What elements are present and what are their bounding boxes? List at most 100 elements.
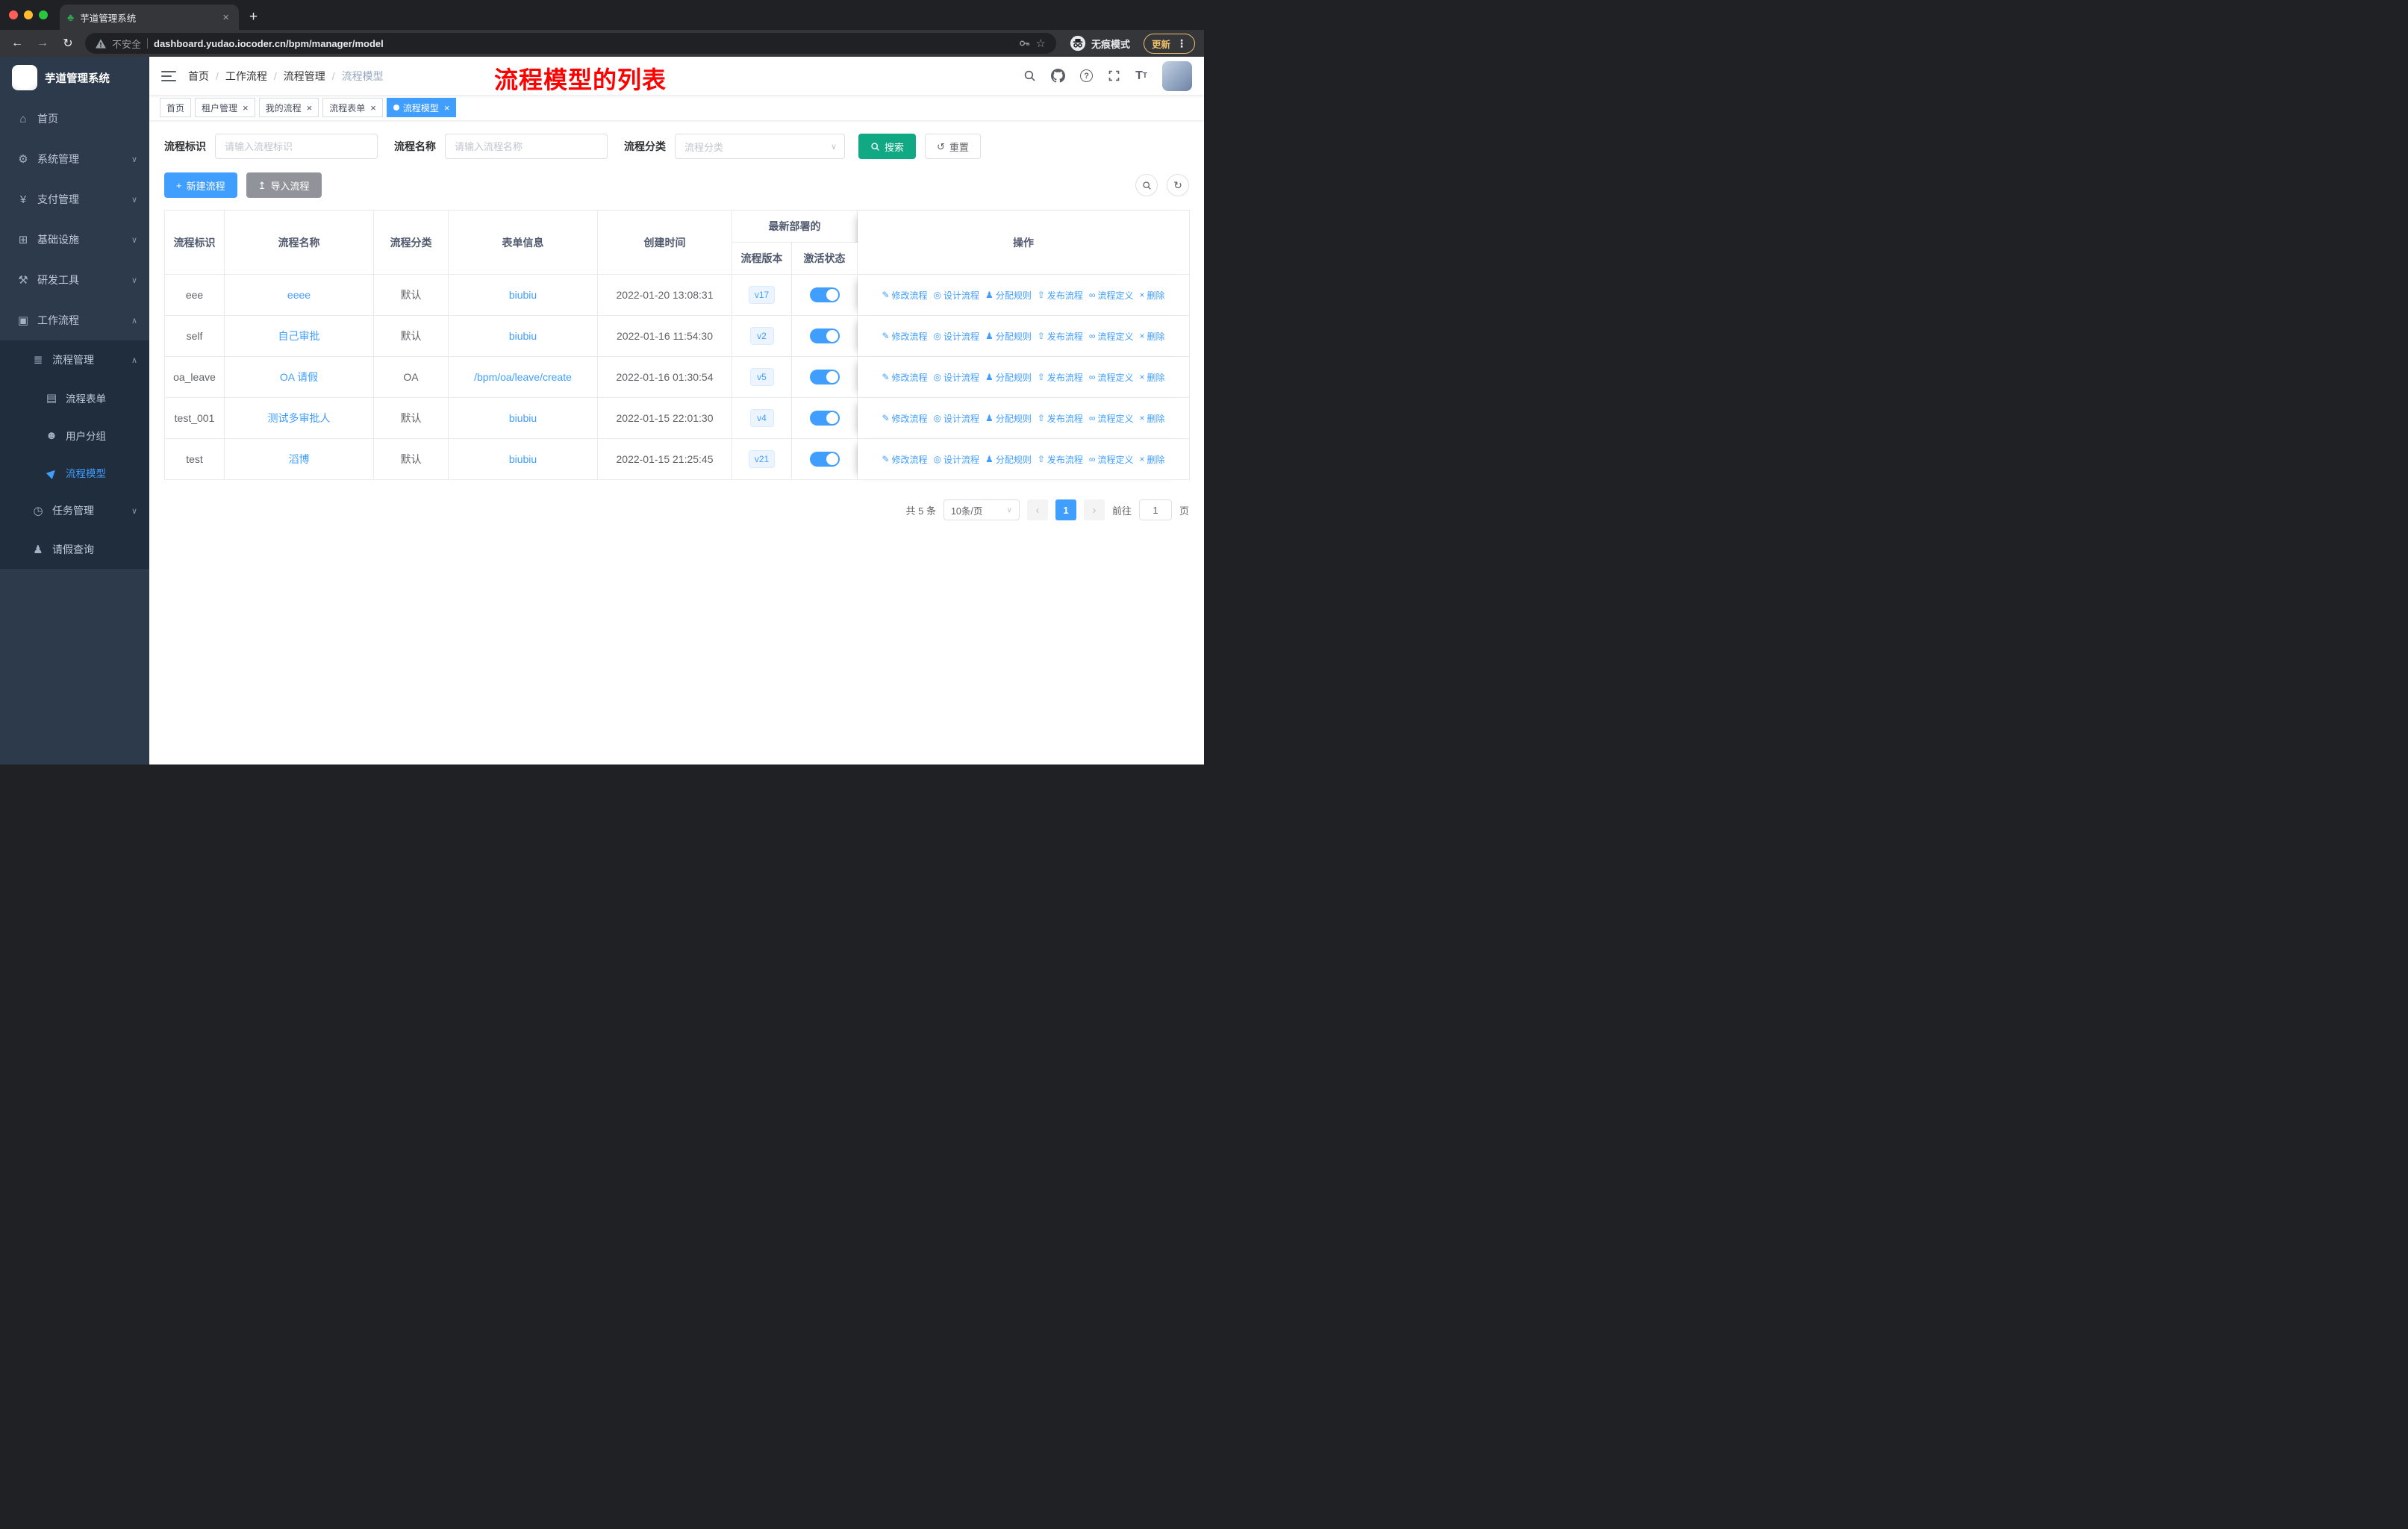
active-status-toggle[interactable] [809, 370, 840, 384]
sidebar-item[interactable]: ▤ 流程表单 [0, 379, 149, 417]
op-publish-link[interactable]: ⇧ 发布流程 [1038, 371, 1083, 384]
sidebar-item[interactable]: ⌂ 首页 [0, 99, 149, 139]
sidebar-item[interactable]: ¥ 支付管理 ∨ [0, 179, 149, 219]
op-edit-link[interactable]: ✎ 修改流程 [882, 330, 927, 343]
process-name-input[interactable] [445, 134, 608, 159]
bookmark-star-icon[interactable]: ☆ [1036, 37, 1046, 50]
op-delete-link[interactable]: × 删除 [1139, 453, 1164, 466]
next-page-button[interactable]: › [1083, 499, 1105, 520]
op-edit-link[interactable]: ✎ 修改流程 [882, 412, 927, 425]
op-definition-link[interactable]: ∞ 流程定义 [1089, 412, 1134, 425]
op-design-link[interactable]: ◎ 设计流程 [934, 330, 980, 343]
form-info-link[interactable]: biubiu [509, 330, 537, 342]
op-assign-rule-link[interactable]: ♟ 分配规则 [985, 371, 1032, 384]
op-definition-link[interactable]: ∞ 流程定义 [1089, 453, 1134, 466]
window-zoom-button[interactable] [39, 10, 48, 19]
sidebar-item[interactable]: ⚒ 研发工具 ∨ [0, 260, 149, 300]
process-key-input[interactable] [215, 134, 378, 159]
op-delete-link[interactable]: × 删除 [1139, 412, 1164, 425]
font-size-icon[interactable]: TT [1135, 69, 1147, 83]
page-size-select[interactable]: 10条/页 ∨ [943, 499, 1020, 520]
form-info-link[interactable]: biubiu [509, 412, 537, 424]
op-design-link[interactable]: ◎ 设计流程 [934, 412, 980, 425]
sidebar-item[interactable]: ◷ 任务管理 ∨ [0, 491, 149, 530]
sidebar-item[interactable]: ♟ 请假查询 [0, 530, 149, 569]
new-tab-button[interactable]: + [249, 9, 258, 25]
create-process-button[interactable]: + 新建流程 [164, 172, 237, 198]
op-design-link[interactable]: ◎ 设计流程 [934, 289, 980, 302]
update-button[interactable]: 更新 ⋮ [1143, 33, 1195, 54]
sidebar-item[interactable]: ⚙ 系统管理 ∨ [0, 139, 149, 179]
sidebar-item[interactable]: ⊞ 基础设施 ∨ [0, 219, 149, 260]
view-tag[interactable]: 我的流程 × [258, 98, 319, 117]
process-name-link[interactable]: 自己审批 [278, 330, 320, 342]
tag-close-icon[interactable]: × [369, 103, 376, 113]
op-assign-rule-link[interactable]: ♟ 分配规则 [985, 289, 1032, 302]
browser-tab[interactable]: ♣ 芋道管理系统 × [60, 4, 239, 30]
op-edit-link[interactable]: ✎ 修改流程 [882, 453, 927, 466]
view-tag[interactable]: 首页 [160, 98, 192, 117]
goto-page-input[interactable] [1138, 499, 1172, 520]
view-tag[interactable]: 租户管理 × [195, 98, 255, 117]
op-publish-link[interactable]: ⇧ 发布流程 [1038, 289, 1083, 302]
op-publish-link[interactable]: ⇧ 发布流程 [1038, 453, 1083, 466]
reload-button[interactable]: ↻ [60, 36, 76, 51]
search-button[interactable]: 搜索 [858, 134, 917, 159]
sidebar-item[interactable]: ☻ 用户分组 [0, 417, 149, 454]
toggle-search-button[interactable] [1135, 174, 1158, 196]
category-select[interactable]: 流程分类 ∨ [675, 134, 845, 159]
window-minimize-button[interactable] [24, 10, 33, 19]
window-close-button[interactable] [9, 10, 18, 19]
tag-close-icon[interactable]: × [305, 103, 313, 113]
op-edit-link[interactable]: ✎ 修改流程 [882, 289, 927, 302]
view-tag[interactable]: 流程表单 × [322, 98, 383, 117]
active-status-toggle[interactable] [809, 411, 840, 426]
process-name-link[interactable]: OA 请假 [280, 371, 318, 383]
active-status-toggle[interactable] [809, 328, 840, 343]
reset-button[interactable]: ↺ 重置 [925, 134, 981, 159]
op-design-link[interactable]: ◎ 设计流程 [934, 371, 980, 384]
password-key-icon[interactable] [1018, 37, 1030, 49]
op-definition-link[interactable]: ∞ 流程定义 [1089, 289, 1134, 302]
op-assign-rule-link[interactable]: ♟ 分配规则 [985, 453, 1032, 466]
sidebar-item[interactable]: ▶ 流程模型 [0, 454, 149, 491]
op-delete-link[interactable]: × 删除 [1139, 371, 1164, 384]
fullscreen-icon[interactable] [1108, 69, 1120, 82]
op-delete-link[interactable]: × 删除 [1139, 289, 1164, 302]
sidebar-item[interactable]: ≣ 流程管理 ∧ [0, 340, 149, 379]
form-info-link[interactable]: biubiu [509, 453, 537, 465]
search-icon[interactable] [1023, 69, 1036, 82]
process-name-link[interactable]: 测试多审批人 [268, 412, 331, 424]
forward-button[interactable]: → [34, 37, 51, 50]
import-process-button[interactable]: ↥ 导入流程 [246, 172, 322, 198]
user-avatar[interactable] [1162, 60, 1192, 91]
active-status-toggle[interactable] [809, 452, 840, 467]
op-definition-link[interactable]: ∞ 流程定义 [1089, 371, 1134, 384]
refresh-table-button[interactable]: ↻ [1167, 174, 1189, 196]
form-info-link[interactable]: biubiu [509, 289, 537, 301]
op-assign-rule-link[interactable]: ♟ 分配规则 [985, 412, 1032, 425]
active-status-toggle[interactable] [809, 287, 840, 302]
tag-close-icon[interactable]: × [443, 103, 450, 113]
tag-close-icon[interactable]: × [241, 103, 249, 113]
back-button[interactable]: ← [9, 37, 25, 50]
help-icon[interactable]: ? [1080, 69, 1094, 82]
form-info-link[interactable]: /bpm/oa/leave/create [474, 371, 572, 383]
process-name-link[interactable]: 滔博 [289, 453, 310, 465]
op-publish-link[interactable]: ⇧ 发布流程 [1038, 412, 1083, 425]
current-page-button[interactable]: 1 [1055, 499, 1076, 520]
breadcrumb-item[interactable]: 流程管理 [284, 69, 325, 84]
tab-close-icon[interactable]: × [220, 11, 231, 24]
op-design-link[interactable]: ◎ 设计流程 [934, 453, 980, 466]
prev-page-button[interactable]: ‹ [1026, 499, 1048, 520]
op-assign-rule-link[interactable]: ♟ 分配规则 [985, 330, 1032, 343]
chrome-menu-icon[interactable]: ⋮ [1176, 37, 1187, 50]
github-icon[interactable] [1051, 69, 1066, 83]
address-bar[interactable]: 不安全 dashboard.yudao.iocoder.cn/bpm/manag… [85, 33, 1056, 54]
breadcrumb-item[interactable]: 工作流程 [225, 69, 267, 84]
process-name-link[interactable]: eeee [287, 289, 311, 301]
breadcrumb-item[interactable]: 首页 [188, 69, 209, 84]
op-delete-link[interactable]: × 删除 [1139, 330, 1164, 343]
op-publish-link[interactable]: ⇧ 发布流程 [1038, 330, 1083, 343]
op-definition-link[interactable]: ∞ 流程定义 [1089, 330, 1134, 343]
